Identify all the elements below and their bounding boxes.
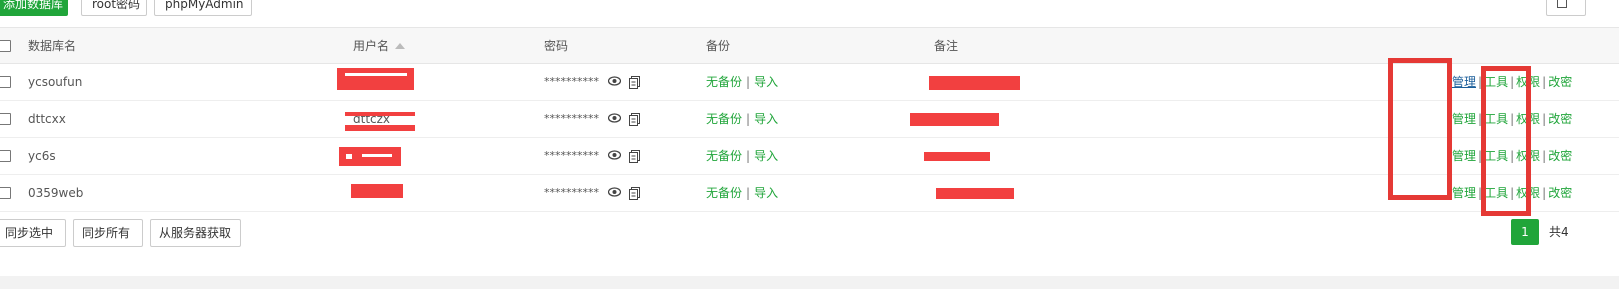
- db-user: dttczx: [353, 112, 391, 126]
- backup-cell: 无备份 | 导入: [706, 138, 778, 174]
- separator: |: [746, 186, 751, 200]
- import-link[interactable]: 导入: [754, 149, 778, 163]
- trash-icon: [1557, 0, 1567, 8]
- show-password-icon[interactable]: [608, 76, 621, 86]
- fetch-from-server-button[interactable]: 从服务器获取: [150, 219, 241, 247]
- database-list-page: 添加数据库 root密码 phpMyAdmin 数据库名 用户名 密码 备份 备…: [0, 0, 1619, 289]
- header-name[interactable]: 数据库名: [28, 28, 76, 64]
- redaction-highlight: [346, 154, 352, 159]
- backup-status-link[interactable]: 无备份: [706, 186, 742, 200]
- copy-password-icon[interactable]: [629, 150, 640, 163]
- table-row: ycsoufun ********** 无备份 | 导入 管理 | 工具 | 权限 | 改密: [0, 64, 1619, 101]
- redaction-mark: [910, 113, 999, 126]
- change-password-link[interactable]: 改密: [1548, 112, 1572, 126]
- copy-password-icon[interactable]: [629, 76, 640, 89]
- add-database-button[interactable]: 添加数据库: [0, 0, 68, 16]
- separator: |: [746, 112, 751, 126]
- copy-password-icon[interactable]: [629, 113, 640, 126]
- backup-cell: 无备份 | 导入: [706, 175, 778, 211]
- pagination-current-page[interactable]: 1: [1511, 219, 1539, 245]
- header-user[interactable]: 用户名: [353, 28, 406, 64]
- redaction-mark: [929, 76, 1020, 90]
- header-password: 密码: [544, 39, 569, 53]
- root-password-button[interactable]: root密码: [81, 0, 147, 16]
- header-backup: 备份: [706, 39, 731, 53]
- backup-status-link[interactable]: 无备份: [706, 112, 742, 126]
- redaction-highlight: [345, 73, 407, 76]
- password-mask: **********: [544, 112, 599, 125]
- change-password-link[interactable]: 改密: [1548, 149, 1572, 163]
- password-mask: **********: [544, 186, 599, 199]
- password-mask: **********: [544, 149, 599, 162]
- manage-link[interactable]: 管理: [1452, 112, 1476, 126]
- redaction-mark: [345, 125, 415, 131]
- recycle-bin-button[interactable]: [1546, 0, 1586, 16]
- table-row: dttcxx dttczx ********** 无备份 | 导入 管理 | 工具 | 权限…: [0, 101, 1619, 138]
- db-name: dttcxx: [28, 112, 66, 126]
- change-password-link[interactable]: 改密: [1548, 186, 1572, 200]
- backup-status-link[interactable]: 无备份: [706, 149, 742, 163]
- redaction-mark: [337, 68, 414, 90]
- redaction-mark: [924, 152, 990, 161]
- manage-link[interactable]: 管理: [1452, 186, 1476, 200]
- import-link[interactable]: 导入: [754, 186, 778, 200]
- import-link[interactable]: 导入: [754, 112, 778, 126]
- show-password-icon[interactable]: [608, 150, 621, 160]
- sort-asc-icon: [395, 43, 406, 49]
- redaction-mark: [936, 188, 1014, 199]
- row-checkbox[interactable]: [0, 187, 11, 199]
- footer-band: [0, 276, 1619, 289]
- change-password-link[interactable]: 改密: [1548, 75, 1572, 89]
- header-note: 备注: [934, 39, 959, 53]
- phpmyadmin-button[interactable]: phpMyAdmin: [154, 0, 252, 16]
- db-name: 0359web: [28, 186, 84, 200]
- separator: |: [746, 75, 751, 89]
- table-row: 0359web ********** 无备份 | 导入 管理 | 工具 | 权限 | 改密: [0, 175, 1619, 212]
- select-all-checkbox[interactable]: [0, 40, 11, 52]
- pagination-total: 共4: [1549, 225, 1569, 239]
- copy-password-icon[interactable]: [629, 187, 640, 200]
- row-checkbox[interactable]: [0, 150, 11, 162]
- sync-selected-button[interactable]: 同步选中: [0, 219, 66, 247]
- row-checkbox[interactable]: [0, 113, 11, 125]
- redaction-mark: [351, 184, 403, 198]
- separator: |: [746, 149, 751, 163]
- manage-link[interactable]: 管理: [1452, 75, 1476, 89]
- db-name: yc6s: [28, 149, 56, 163]
- table-header: 数据库名 用户名 密码 备份 备注: [0, 27, 1619, 64]
- manage-link[interactable]: 管理: [1452, 149, 1476, 163]
- backup-cell: 无备份 | 导入: [706, 64, 778, 100]
- table-row: yc6s ********** 无备份 | 导入 管理 | 工具 | 权限 | 改密: [0, 138, 1619, 175]
- annotation-box: [1481, 66, 1531, 216]
- sync-all-button[interactable]: 同步所有: [73, 219, 143, 247]
- row-checkbox[interactable]: [0, 76, 11, 88]
- annotation-box: [1388, 58, 1452, 200]
- show-password-icon[interactable]: [608, 113, 621, 123]
- backup-cell: 无备份 | 导入: [706, 101, 778, 137]
- password-mask: **********: [544, 75, 599, 88]
- backup-status-link[interactable]: 无备份: [706, 75, 742, 89]
- redaction-highlight: [362, 154, 392, 157]
- redaction-mark: [345, 112, 415, 116]
- import-link[interactable]: 导入: [754, 75, 778, 89]
- db-name: ycsoufun: [28, 75, 83, 89]
- show-password-icon[interactable]: [608, 187, 621, 197]
